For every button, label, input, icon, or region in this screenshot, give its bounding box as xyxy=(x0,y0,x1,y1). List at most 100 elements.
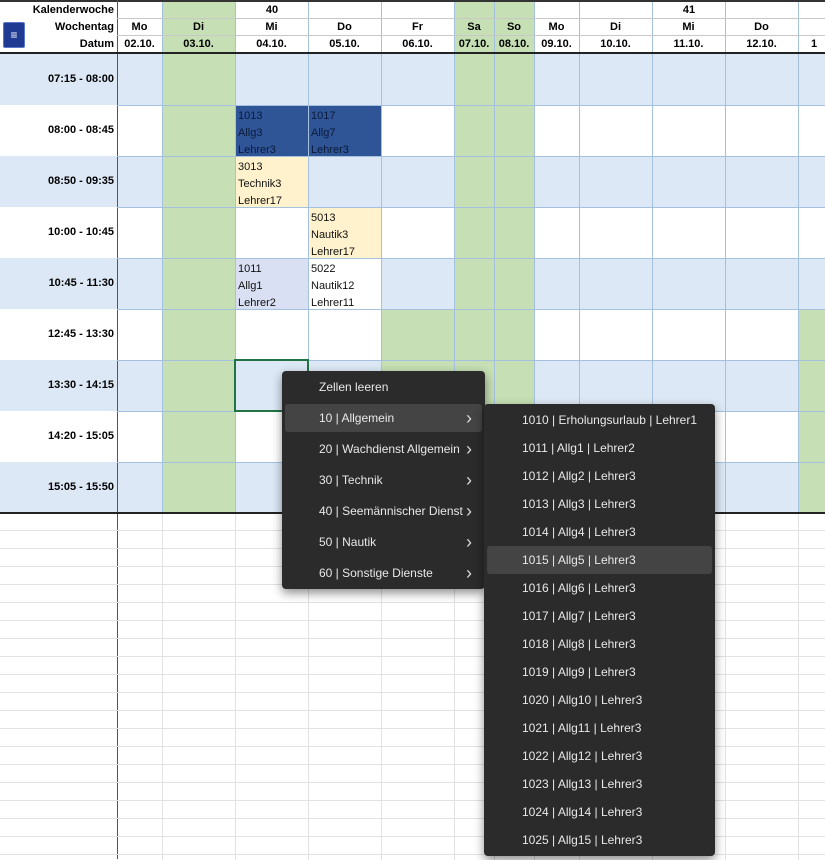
entry-teacher: Lehrer17 xyxy=(311,246,356,258)
chevron-right-icon: › xyxy=(466,532,472,552)
grid-line-horizontal xyxy=(117,105,825,106)
weekday-cell: Mo xyxy=(131,21,148,33)
date-cell[interactable]: 1 xyxy=(798,36,825,52)
weekday-cell: Mo xyxy=(548,21,565,33)
submenu-item[interactable]: 1014 | Allg4 | Lehrer3 xyxy=(487,518,712,546)
submenu-item[interactable]: 1022 | Allg12 | Lehrer3 xyxy=(487,742,712,770)
context-menu-item[interactable]: 60 | Sonstige Dienste › xyxy=(285,559,482,587)
entry-teacher: Lehrer2 xyxy=(238,297,276,309)
entry-code: 5013 xyxy=(311,212,336,224)
submenu-item-label: 1010 | Erholungsurlaub | Lehrer1 xyxy=(522,413,698,427)
date-cell[interactable]: 08.10. xyxy=(494,36,534,52)
submenu-item-label: 1015 | Allg5 | Lehrer3 xyxy=(522,553,636,567)
submenu-item[interactable]: 1024 | Allg14 | Lehrer3 xyxy=(487,798,712,826)
schedule-entry[interactable]: 1011 Allg1 Lehrer2 xyxy=(236,259,308,309)
entry-code: 5022 xyxy=(311,263,336,275)
timeslot-label: 07:15 - 08:00 xyxy=(47,73,114,85)
submenu-item-label: 1022 | Allg12 | Lehrer3 xyxy=(522,749,643,763)
week-number-41: 41 xyxy=(682,4,696,16)
entry-subject: Allg1 xyxy=(238,280,263,292)
submenu-item[interactable]: 1023 | Allg13 | Lehrer3 xyxy=(487,770,712,798)
weekday-cell xyxy=(798,19,825,35)
row-band xyxy=(0,156,825,207)
timeslot-label: 08:50 - 09:35 xyxy=(47,175,114,187)
context-menu: Zellen leeren 10 | Allgemein › 20 | Wachdie… xyxy=(282,371,485,589)
submenu-item[interactable]: 1021 | Allg11 | Lehrer3 xyxy=(487,714,712,742)
entry-code: 1017 xyxy=(311,110,336,122)
context-menu-item[interactable]: 50 | Nautik › xyxy=(285,528,482,556)
empty-column-line xyxy=(235,514,236,860)
context-menu-item-label: 40 | Seemännischer Dienst xyxy=(319,504,463,518)
schedule-entry[interactable]: 1013 Allg3 Lehrer3 xyxy=(236,106,308,156)
date-cell[interactable]: 12.10. xyxy=(725,36,798,52)
date-cell[interactable]: 02.10. xyxy=(117,36,162,52)
submenu-item[interactable]: 1013 | Allg3 | Lehrer3 xyxy=(487,490,712,518)
submenu-item[interactable]: 1019 | Allg9 | Lehrer3 xyxy=(487,658,712,686)
week-number-40: 40 xyxy=(265,4,279,16)
date-cell[interactable]: 09.10. xyxy=(534,36,579,52)
entry-subject: Nautik3 xyxy=(311,229,349,241)
entry-subject: Technik3 xyxy=(238,178,282,190)
submenu-item[interactable]: 1011 | Allg1 | Lehrer2 xyxy=(487,434,712,462)
date-cell[interactable]: 11.10. xyxy=(652,36,725,52)
timeslot-label: 14:20 - 15:05 xyxy=(47,430,114,442)
submenu-item[interactable]: 1025 | Allg15 | Lehrer3 xyxy=(487,826,712,854)
submenu-item-label: 1014 | Allg4 | Lehrer3 xyxy=(522,525,636,539)
submenu-item[interactable]: 1017 | Allg7 | Lehrer3 xyxy=(487,602,712,630)
weekday-cell: Di xyxy=(193,21,204,33)
submenu-item-label: 1013 | Allg3 | Lehrer3 xyxy=(522,497,636,511)
weekend-column-fill xyxy=(162,54,235,513)
weekday-cell: So xyxy=(506,21,522,33)
date-cell[interactable]: 05.10. xyxy=(308,36,381,52)
grid-line-horizontal xyxy=(117,207,825,208)
submenu-item-label: 1012 | Allg2 | Lehrer3 xyxy=(522,469,636,483)
submenu-item[interactable]: 1010 | Erholungsurlaub | Lehrer1 xyxy=(487,406,712,434)
date-cell[interactable]: 03.10. xyxy=(162,36,235,52)
submenu-item-label: 1019 | Allg9 | Lehrer3 xyxy=(522,665,636,679)
row-band xyxy=(0,258,825,309)
schedule-entry[interactable]: 1017 Allg7 Lehrer3 xyxy=(309,106,381,156)
schedule-entry[interactable]: 5013 Nautik3 Lehrer17 xyxy=(309,208,381,258)
submenu-item[interactable]: 1012 | Allg2 | Lehrer3 xyxy=(487,462,712,490)
weekday-cell: Di xyxy=(610,21,621,33)
submenu-item[interactable]: 1016 | Allg6 | Lehrer3 xyxy=(487,574,712,602)
date-cell[interactable]: 04.10. xyxy=(235,36,308,52)
entry-teacher: Lehrer11 xyxy=(311,297,355,309)
context-menu-item[interactable]: 20 | Wachdienst Allgemein › xyxy=(285,435,482,463)
entry-teacher: Lehrer3 xyxy=(238,144,276,156)
context-menu-item[interactable]: Zellen leeren xyxy=(285,373,482,401)
context-menu-item[interactable]: 40 | Seemännischer Dienst › xyxy=(285,497,482,525)
context-menu-item-label: 30 | Technik xyxy=(319,473,383,487)
chevron-right-icon: › xyxy=(466,501,472,521)
date-cell[interactable]: 06.10. xyxy=(381,36,454,52)
grid-line-horizontal xyxy=(117,309,825,310)
submenu-item-label: 1020 | Allg10 | Lehrer3 xyxy=(522,693,643,707)
submenu-item-label: 1021 | Allg11 | Lehrer3 xyxy=(522,721,642,735)
header-bottom-border xyxy=(0,52,825,54)
week-label: Kalenderwoche xyxy=(32,4,114,16)
context-menu-item-label: 20 | Wachdienst Allgemein xyxy=(319,442,460,456)
schedule-entry[interactable]: 5022 Nautik12 Lehrer11 xyxy=(309,259,381,309)
context-menu-item[interactable]: 10 | Allgemein › xyxy=(285,404,482,432)
menu-button[interactable]: ≡ xyxy=(3,22,25,48)
submenu-item-label: 1018 | Allg8 | Lehrer3 xyxy=(522,637,636,651)
submenu-item[interactable]: 1018 | Allg8 | Lehrer3 xyxy=(487,630,712,658)
submenu-item-label: 1024 | Allg14 | Lehrer3 xyxy=(522,805,643,819)
grid-line-horizontal xyxy=(117,18,825,19)
date-cell[interactable]: 10.10. xyxy=(579,36,652,52)
context-menu-item-label: Zellen leeren xyxy=(319,380,389,394)
context-menu-item[interactable]: 30 | Technik › xyxy=(285,466,482,494)
timeslot-label: 10:00 - 10:45 xyxy=(47,226,114,238)
grid-line-horizontal xyxy=(117,258,825,259)
entry-subject: Allg7 xyxy=(311,127,336,139)
submenu-item[interactable]: 1020 | Allg10 | Lehrer3 xyxy=(487,686,712,714)
weekday-cell: Do xyxy=(754,21,769,33)
submenu-item[interactable]: 1015 | Allg5 | Lehrer3 xyxy=(487,546,712,574)
submenu-item-label: 1016 | Allg6 | Lehrer3 xyxy=(522,581,636,595)
context-menu-item-label: 60 | Sonstige Dienste xyxy=(319,566,433,580)
context-menu-item-label: 10 | Allgemein xyxy=(319,411,395,425)
date-cell[interactable]: 07.10. xyxy=(454,36,494,52)
frozen-column-divider xyxy=(117,0,118,859)
schedule-entry[interactable]: 3013 Technik3 Lehrer17 xyxy=(236,157,308,207)
context-menu-item-label: 50 | Nautik xyxy=(319,535,377,549)
